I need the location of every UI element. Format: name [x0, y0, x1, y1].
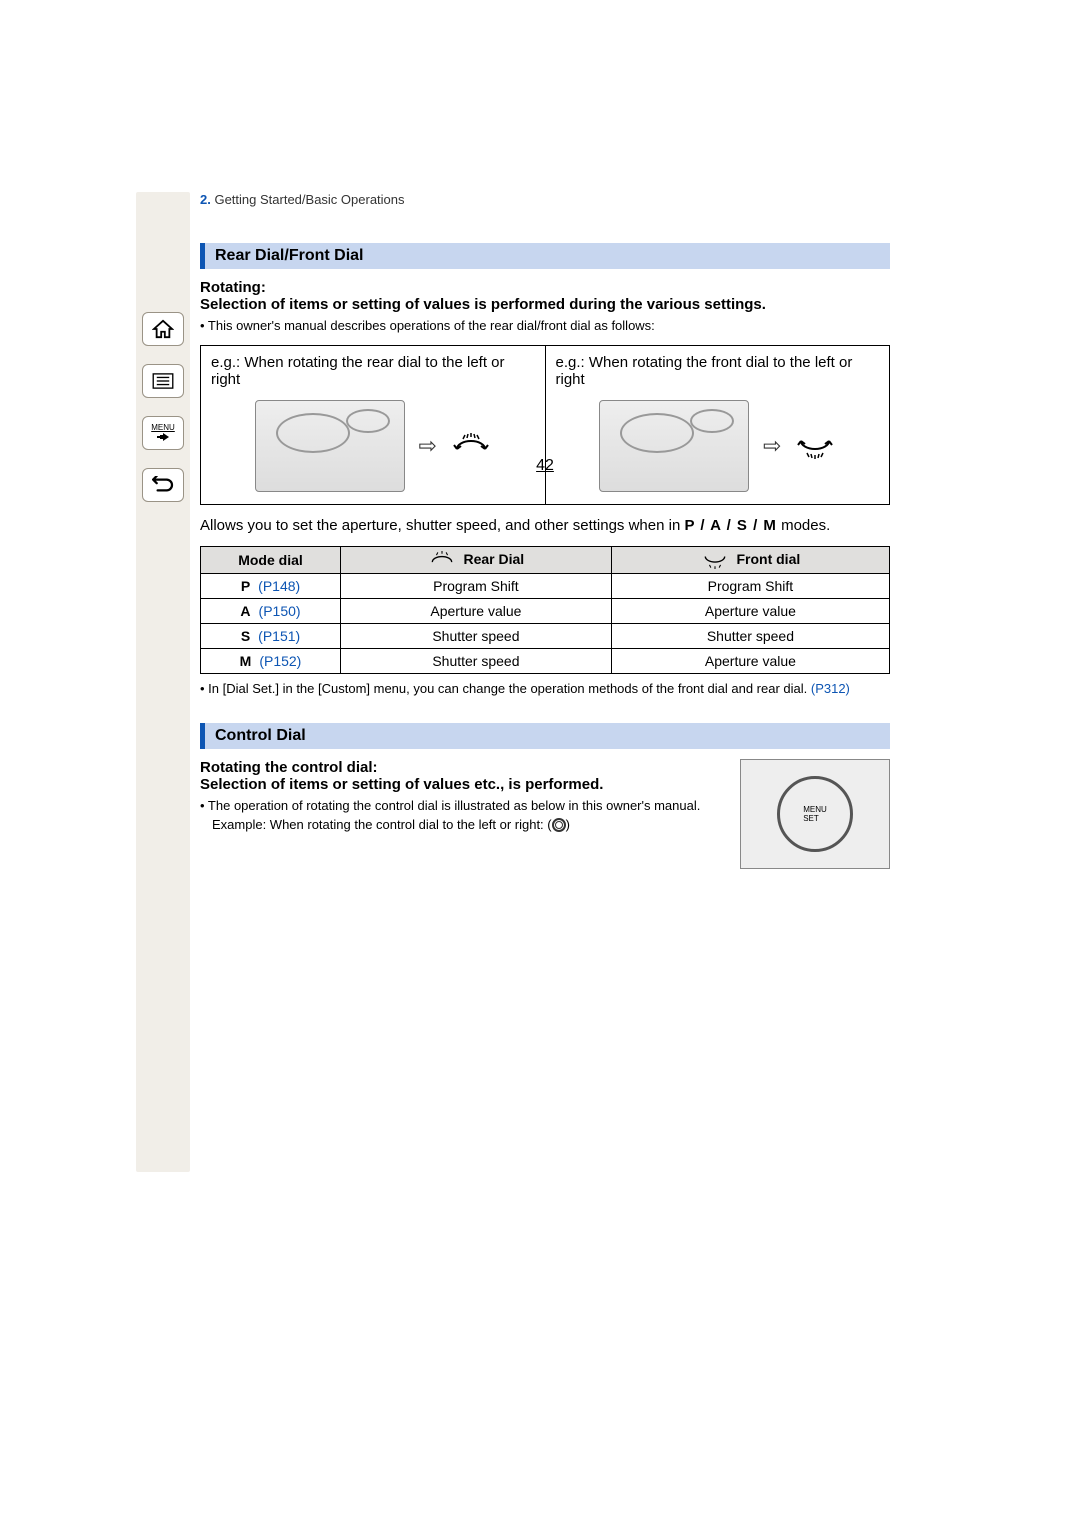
- mode-letter: S: [241, 628, 250, 644]
- page-link[interactable]: (P312): [811, 681, 850, 696]
- th-mode: Mode dial: [201, 547, 341, 574]
- section-title-control-dial: Control Dial: [200, 723, 890, 749]
- arrow-right-icon: ⇨: [763, 433, 781, 459]
- cell-rear: Shutter speed: [341, 649, 612, 674]
- section-title-rear-front-dial: Rear Dial/Front Dial: [200, 243, 890, 269]
- rear-dial-example: e.g.: When rotating the rear dial to the…: [201, 346, 546, 504]
- menu-set-dial-icon: MENUSET: [777, 776, 853, 852]
- camera-rear-icon: [255, 400, 405, 492]
- front-dial-icon: [795, 433, 835, 459]
- chapter-title: Getting Started/Basic Operations: [214, 192, 404, 207]
- cell-rear: Aperture value: [341, 599, 612, 624]
- table-row: A (P150) Aperture value Aperture value: [201, 599, 890, 624]
- dial-examples: e.g.: When rotating the rear dial to the…: [200, 345, 890, 505]
- th-rear: Rear Dial: [341, 547, 612, 574]
- sidebar-nav: MENU: [136, 192, 190, 1172]
- dial-set-note: • In [Dial Set.] in the [Custom] menu, y…: [200, 680, 890, 698]
- page-link[interactable]: (P152): [259, 653, 301, 669]
- front-dial-example: e.g.: When rotating the front dial to th…: [546, 346, 890, 504]
- page-link[interactable]: (P151): [258, 628, 300, 644]
- cell-rear: Shutter speed: [341, 624, 612, 649]
- owners-note: • This owner's manual describes operatio…: [200, 317, 890, 335]
- cell-rear: Program Shift: [341, 574, 612, 599]
- modes-pre: Allows you to set the aperture, shutter …: [200, 517, 684, 534]
- table-row: M (P152) Shutter speed Aperture value: [201, 649, 890, 674]
- menu-button[interactable]: MENU: [142, 416, 184, 450]
- home-icon: [152, 319, 174, 339]
- control-dial-icon: (): [547, 817, 570, 832]
- dial-mode-table: Mode dial Rear Dial Front dial P (P148) P…: [200, 546, 890, 674]
- cell-front: Aperture value: [611, 649, 889, 674]
- mode-letters: P / A / S / M: [684, 517, 776, 534]
- front-dial-example-text: e.g.: When rotating the front dial to th…: [556, 354, 853, 388]
- rotating-desc: Selection of items or setting of values …: [200, 296, 890, 313]
- camera-front-icon: [599, 400, 749, 492]
- table-row: S (P151) Shutter speed Shutter speed: [201, 624, 890, 649]
- cell-front: Shutter speed: [611, 624, 889, 649]
- page-content: 2. Getting Started/Basic Operations Rear…: [200, 192, 890, 875]
- contents-button[interactable]: [142, 364, 184, 398]
- th-front: Front dial: [611, 547, 889, 574]
- cell-front: Aperture value: [611, 599, 889, 624]
- page-number: 42: [200, 457, 890, 475]
- chapter-number: 2.: [200, 192, 211, 207]
- rear-dial-illustration: ⇨: [211, 396, 535, 496]
- rear-dial-example-text: e.g.: When rotating the rear dial to the…: [211, 354, 505, 388]
- modes-description: Allows you to set the aperture, shutter …: [200, 515, 890, 536]
- mode-letter: P: [241, 578, 250, 594]
- mode-letter: A: [240, 603, 250, 619]
- page-link[interactable]: (P150): [259, 603, 301, 619]
- home-button[interactable]: [142, 312, 184, 346]
- table-row: P (P148) Program Shift Program Shift: [201, 574, 890, 599]
- front-dial-illustration: ⇨: [556, 396, 880, 496]
- menu-arrow-icon: [156, 433, 170, 441]
- modes-post: modes.: [781, 517, 830, 534]
- page-link[interactable]: (P148): [258, 578, 300, 594]
- rear-dial-icon: [451, 433, 491, 459]
- control-dial-illustration: MENUSET: [740, 759, 890, 869]
- rear-dial-icon: [428, 551, 456, 569]
- list-icon: [152, 373, 174, 389]
- arrow-right-icon: ⇨: [419, 433, 437, 459]
- breadcrumb: 2. Getting Started/Basic Operations: [200, 192, 890, 207]
- rotating-label: Rotating:: [200, 279, 890, 296]
- cell-front: Program Shift: [611, 574, 889, 599]
- back-button[interactable]: [142, 468, 184, 502]
- front-dial-icon: [701, 551, 729, 569]
- back-icon: [152, 476, 174, 494]
- menu-label: MENU: [151, 423, 175, 432]
- mode-letter: M: [240, 653, 252, 669]
